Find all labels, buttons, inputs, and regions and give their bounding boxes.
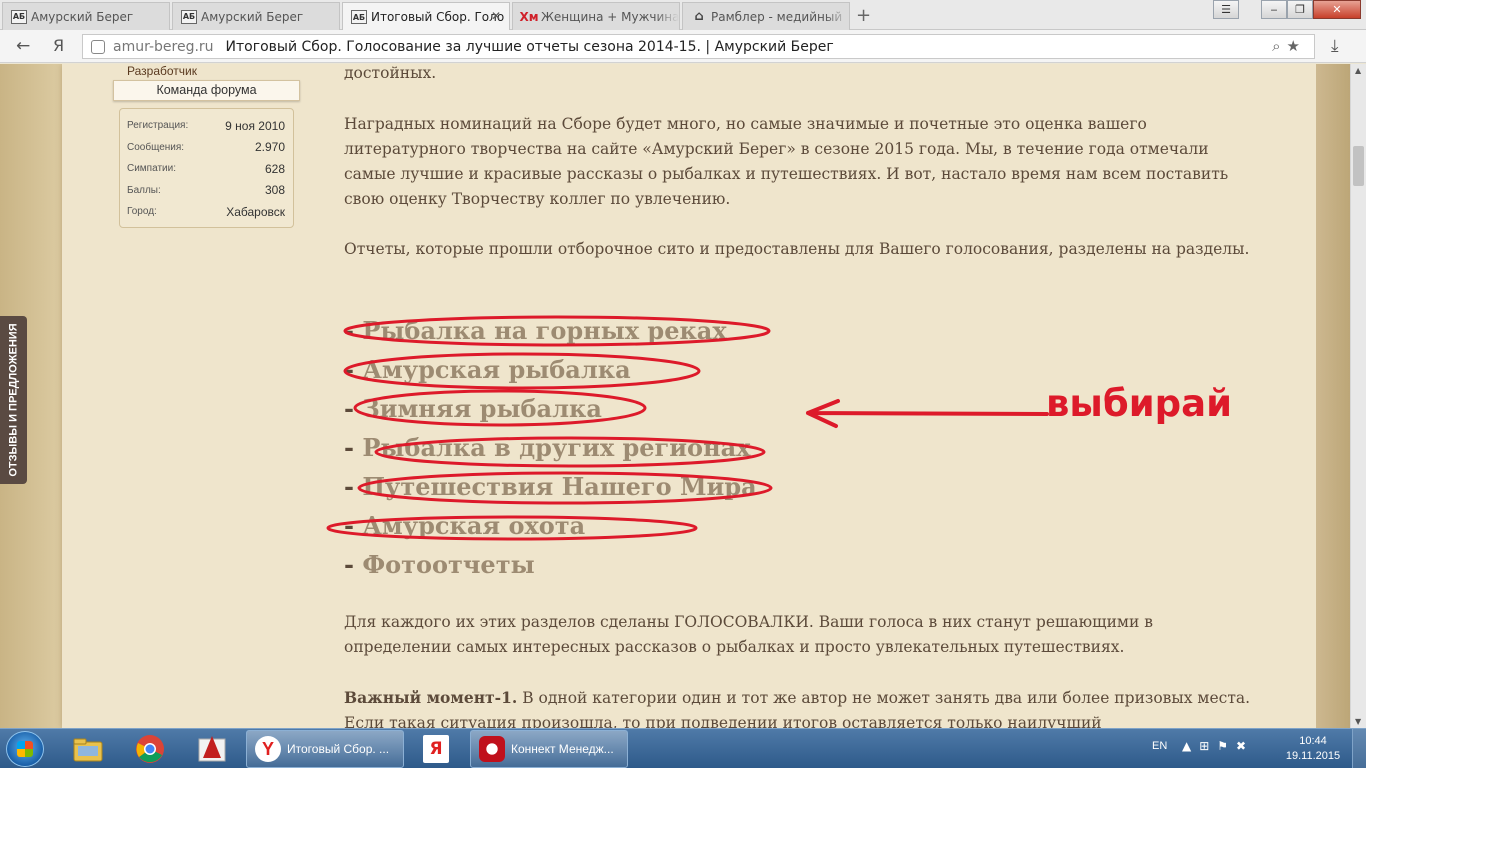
info-row-points: Баллы: 308 (127, 183, 285, 198)
tab-itogovyi-sbor[interactable]: АБ Итоговый Сбор. Голо ✕ (342, 2, 510, 31)
category-item: - Путешествия Нашего Мира (344, 472, 757, 501)
tab-zhenshchina-muzhchina[interactable]: Хм Женщина + Мужчина (512, 2, 680, 30)
user-role: Разработчик (127, 64, 197, 78)
minimize-button[interactable]: ‒ (1261, 0, 1287, 19)
category-item: - Амурская рыбалка (344, 355, 631, 384)
user-title-badge: Команда форума (113, 80, 300, 101)
show-desktop-button[interactable] (1352, 729, 1366, 768)
task-label: Итоговый Сбор. ... (287, 742, 390, 756)
post-intro-tail: достойных. (344, 64, 437, 82)
clock[interactable]: 10:44 19.11.2015 (1280, 734, 1346, 764)
explorer-pin-icon[interactable] (71, 733, 105, 765)
maximize-button[interactable]: ❐ (1287, 0, 1313, 19)
tab-label: Амурский Берег (201, 9, 304, 24)
yandex-pin-icon[interactable]: Я (418, 733, 454, 765)
windows-taskbar: Y Итоговый Сбор. ... Я Коннект Менедж...… (0, 728, 1366, 768)
start-button[interactable] (6, 731, 44, 767)
tab-label: Амурский Берег (31, 9, 134, 24)
tab-amur-bereg-1[interactable]: АБ Амурский Берег (2, 2, 170, 30)
info-row-likes: Симпатии: 628 (127, 161, 285, 176)
post-paragraph-2: Отчеты, которые прошли отборочное сито и… (344, 240, 1250, 258)
address-domain: amur-bereg.ru (113, 38, 214, 55)
zoom-and-bookmark-icons[interactable]: ⌕★ (1272, 37, 1306, 55)
post-paragraph-4: Важный момент-1. В одной категории один … (344, 688, 1251, 728)
task-label: Коннект Менедж... (511, 742, 614, 756)
clock-time: 10:44 (1299, 735, 1327, 747)
tab-list-button[interactable]: ☰ (1213, 0, 1239, 19)
ab-favicon-icon: АБ (181, 9, 197, 24)
task-connect-manager[interactable]: Коннект Менедж... (470, 730, 628, 768)
yandex-browser-icon: Y (255, 736, 281, 762)
task-yandex-browser[interactable]: Y Итоговый Сбор. ... (246, 730, 404, 768)
clock-date: 19.11.2015 (1285, 750, 1341, 762)
post-paragraph-1: Наградных номинаций на Сборе будет много… (344, 115, 1229, 208)
scrollbar-thumb[interactable] (1353, 146, 1364, 186)
tab-strip: АБ Амурский Берег АБ Амурский Берег АБ И… (0, 0, 1366, 31)
download-icon[interactable]: ⤓ (1331, 36, 1339, 56)
browser-toolbar: ← Я amur-bereg.ru Итоговый Сбор. Голосов… (0, 30, 1366, 63)
new-tab-button[interactable]: + (856, 5, 871, 26)
address-bar[interactable]: amur-bereg.ru Итоговый Сбор. Голосование… (82, 34, 1315, 59)
feedback-side-tab[interactable]: ОТЗЫВЫ И ПРЕДЛОЖЕНИЯ (0, 316, 27, 484)
feedback-tab-label: ОТЗЫВЫ И ПРЕДЛОЖЕНИЯ (7, 323, 20, 477)
scroll-up-arrow-icon[interactable]: ▲ (1355, 66, 1361, 75)
window-close-button[interactable]: ✕ (1313, 0, 1361, 19)
post-paragraph-3: Для каждого их этих разделов сделаны ГОЛ… (344, 613, 1153, 656)
tab-rambler[interactable]: ⌂ Рамблер - медийный (682, 2, 850, 30)
tab-label: Рамблер - медийный (711, 9, 843, 24)
category-item: - Рыбалка в других регионах (344, 433, 751, 462)
page-scrollbar[interactable]: ▲ ▼ (1350, 64, 1366, 728)
home-favicon-icon: ⌂ (694, 9, 704, 24)
info-row-city: Город: Хабаровск (127, 204, 285, 219)
annotation-label: выбирай (1046, 382, 1233, 425)
category-item: - Зимняя рыбалка (344, 394, 602, 423)
connect-manager-icon (479, 736, 505, 762)
page-info-icon[interactable] (91, 39, 105, 54)
system-tray-icons[interactable]: ▲⊞⚑✖ (1182, 739, 1254, 753)
chrome-pin-icon[interactable] (133, 733, 167, 765)
scroll-down-arrow-icon[interactable]: ▼ (1355, 717, 1361, 726)
user-info-box: Регистрация: 9 ноя 2010 Сообщения: 2.970… (119, 108, 294, 228)
acrobat-pin-icon[interactable] (195, 733, 229, 765)
info-row-registration: Регистрация: 9 ноя 2010 (127, 118, 285, 133)
language-indicator[interactable]: EN (1152, 740, 1167, 752)
yandex-logo-button[interactable]: Я (53, 36, 64, 55)
category-item: - Фотоотчеты (344, 550, 535, 579)
web-page: ОТЗЫВЫ И ПРЕДЛОЖЕНИЯ Разработчик Команда… (0, 64, 1350, 728)
ab-favicon-icon: АБ (11, 9, 27, 24)
hm-favicon-icon: Хм (519, 9, 539, 24)
category-item: - Рыбалка на горных реках (344, 316, 727, 345)
info-row-messages: Сообщения: 2.970 (127, 140, 285, 155)
ab-favicon-icon: АБ (351, 10, 367, 24)
back-arrow-icon[interactable]: ← (16, 36, 30, 56)
category-item: - Амурская охота (344, 511, 586, 540)
screen: АБ Амурский Берег АБ Амурский Берег АБ И… (0, 0, 1366, 768)
address-page-title: Итоговый Сбор. Голосование за лучшие отч… (225, 38, 834, 55)
tab-label: Итоговый Сбор. Голо (371, 10, 505, 24)
close-tab-icon[interactable]: ✕ (491, 9, 501, 23)
tab-amur-bereg-2[interactable]: АБ Амурский Берег (172, 2, 340, 30)
page-right-border (1316, 64, 1350, 728)
